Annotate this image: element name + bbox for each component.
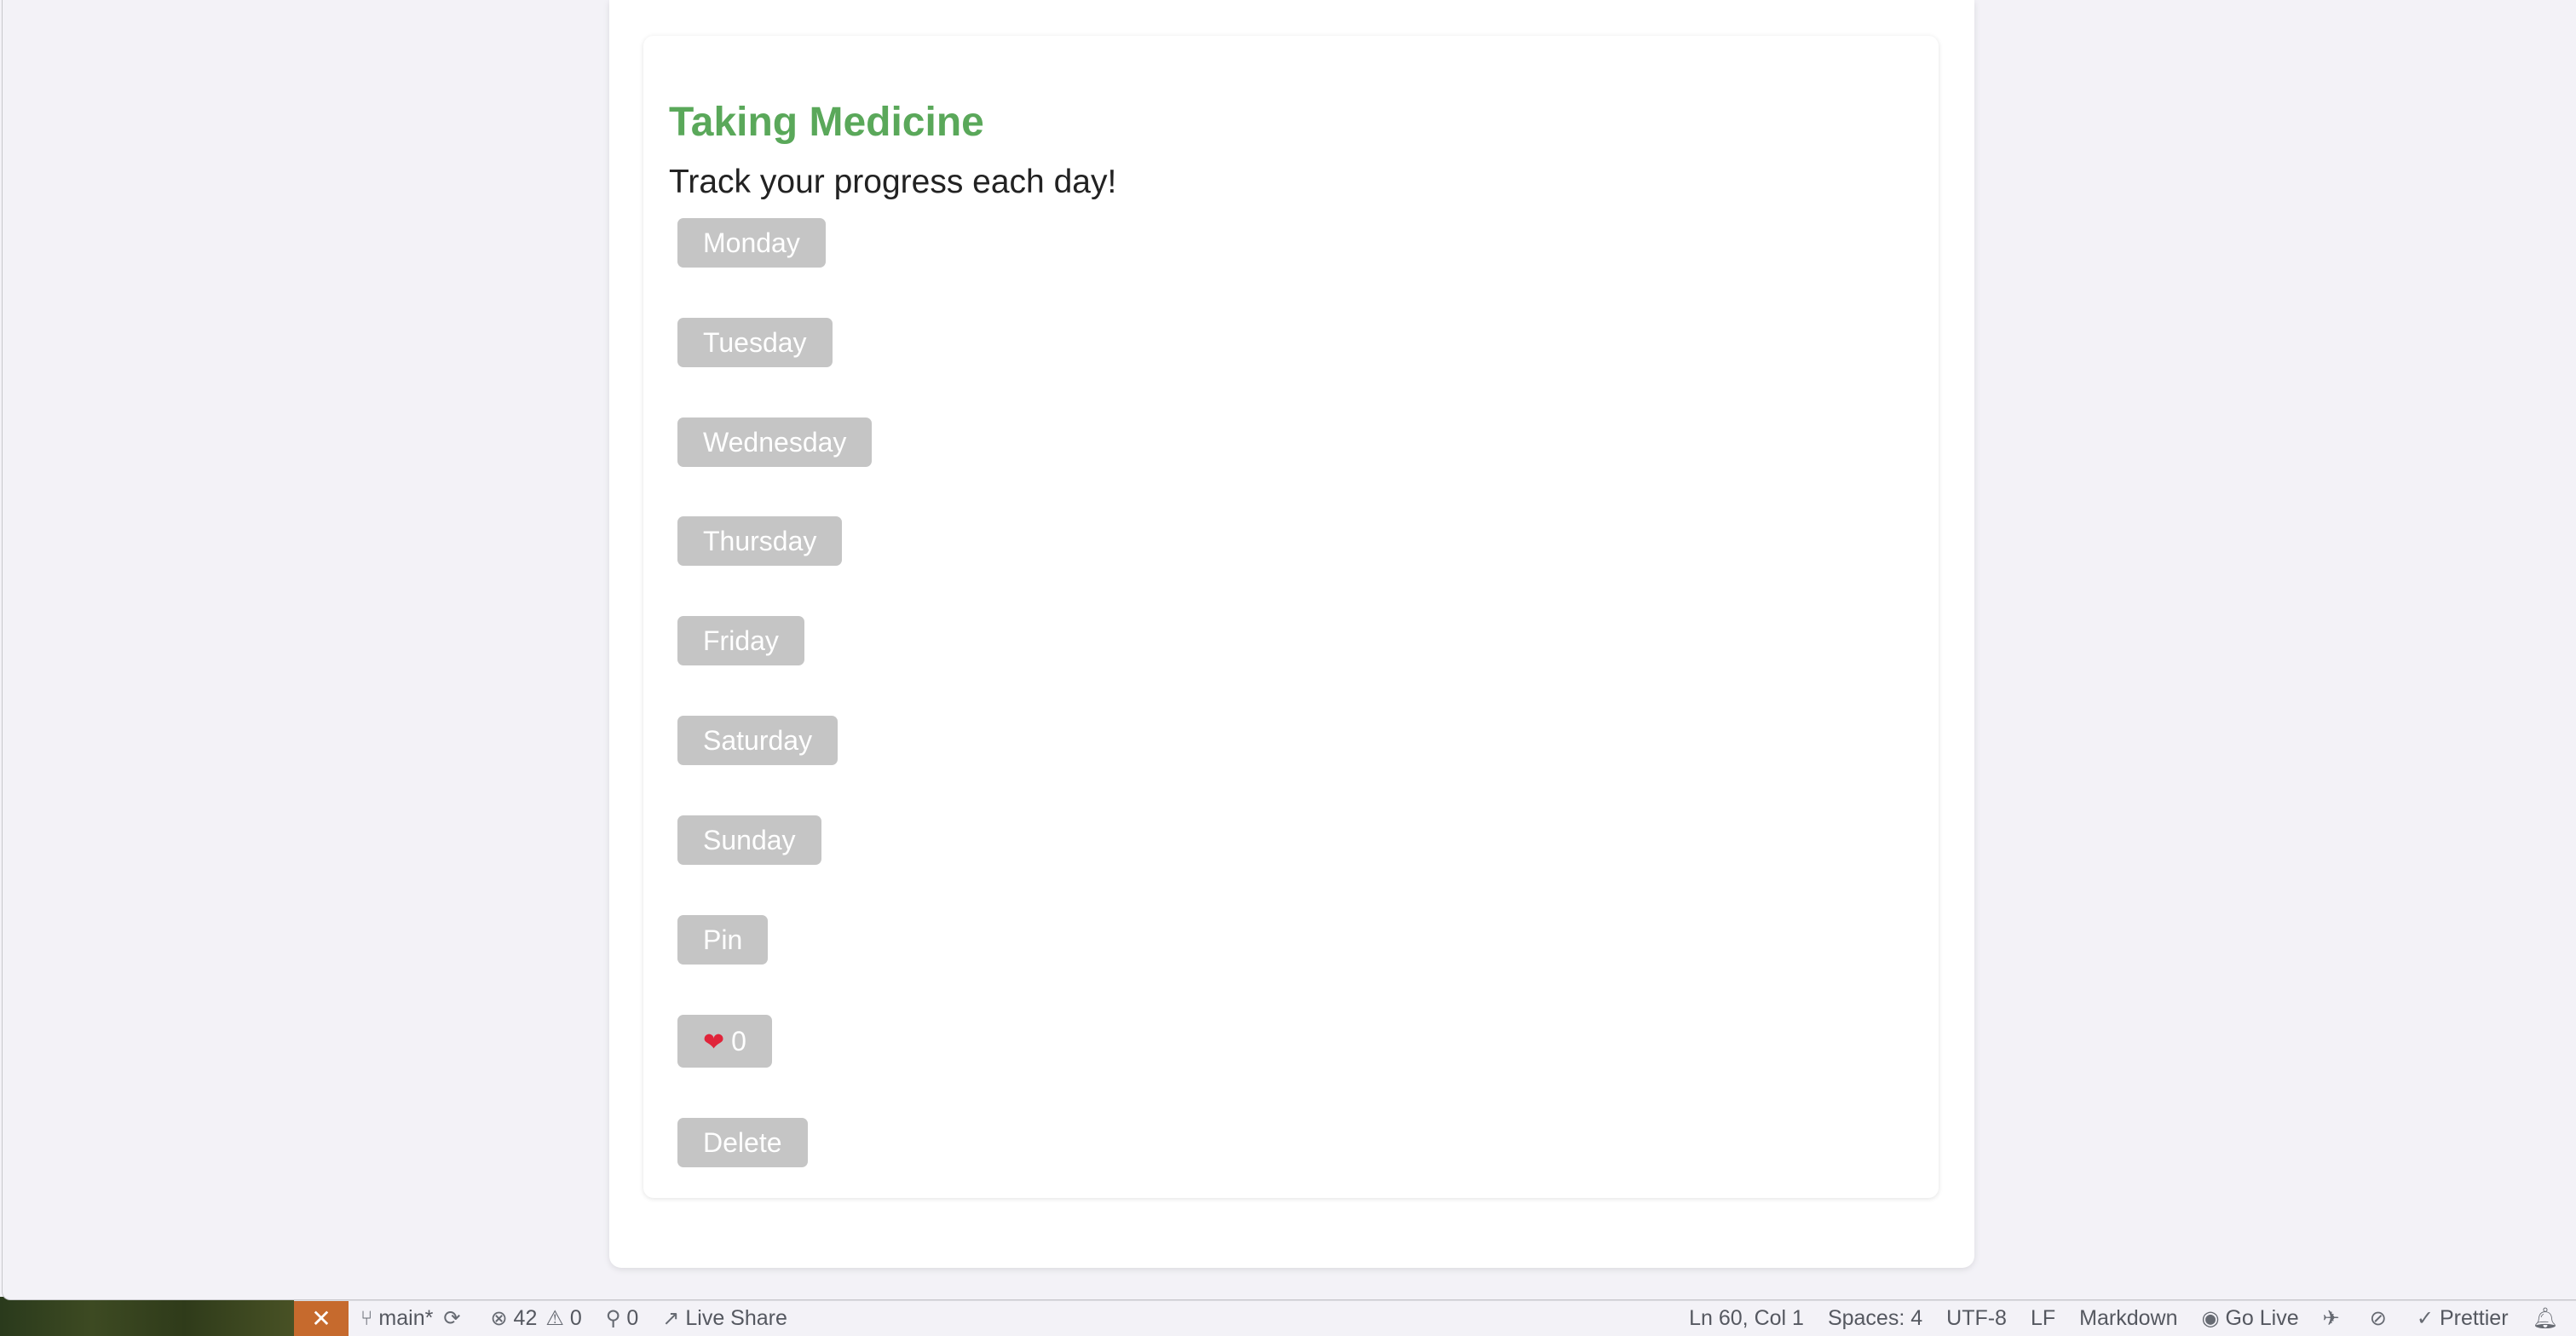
like-button[interactable]: ❤ 0 bbox=[677, 1015, 772, 1068]
browser-window: Taking Medicine Track your progress each… bbox=[2, 0, 2576, 1300]
like-count: 0 bbox=[731, 1026, 746, 1057]
bell-icon: 🔔︎ bbox=[2532, 1307, 2558, 1330]
warning-count: 0 bbox=[569, 1306, 582, 1330]
cursor-position[interactable]: Ln 60, Col 1 bbox=[1677, 1301, 1816, 1336]
remote-icon: ✕ bbox=[311, 1305, 331, 1332]
go-live-button[interactable]: ◉ Go Live bbox=[2189, 1301, 2310, 1336]
git-branch-icon: ⑂ bbox=[360, 1306, 373, 1330]
broadcast-icon: ◉ bbox=[2201, 1307, 2220, 1330]
card-title: Taking Medicine bbox=[669, 100, 984, 145]
copilot-icon: ✈ bbox=[2322, 1307, 2340, 1330]
encoding[interactable]: UTF-8 bbox=[1934, 1301, 2019, 1336]
branch-name: main* bbox=[378, 1306, 434, 1330]
prettier-button[interactable]: ✓ Prettier bbox=[2405, 1301, 2521, 1336]
day-button-thursday[interactable]: Thursday bbox=[677, 516, 843, 566]
delete-button[interactable]: Delete bbox=[677, 1118, 808, 1167]
desktop-background bbox=[0, 1297, 307, 1336]
indentation[interactable]: Spaces: 4 bbox=[1816, 1301, 1934, 1336]
eye-off-icon: ⊘ bbox=[2369, 1307, 2387, 1330]
error-count: 42 bbox=[513, 1306, 538, 1330]
page-container: Taking Medicine Track your progress each… bbox=[609, 0, 1974, 1268]
day-button-sunday[interactable]: Sunday bbox=[677, 815, 821, 865]
error-icon: ⊗ bbox=[490, 1307, 508, 1330]
day-button-wednesday[interactable]: Wednesday bbox=[677, 418, 873, 467]
check-icon: ✓ bbox=[2416, 1307, 2434, 1330]
card-subtitle: Track your progress each day! bbox=[669, 164, 1117, 200]
pin-button[interactable]: Pin bbox=[677, 915, 769, 965]
warning-icon: ⚠ bbox=[545, 1307, 564, 1330]
end-of-line[interactable]: LF bbox=[2019, 1301, 2067, 1336]
ports-count: 0 bbox=[626, 1306, 639, 1330]
day-button-saturday[interactable]: Saturday bbox=[677, 716, 838, 765]
problems-indicator[interactable]: ⊗ 42 ⚠ 0 bbox=[478, 1301, 593, 1336]
tracking-button[interactable]: ⊘ bbox=[2358, 1301, 2405, 1336]
status-bar: ✕ ⑂ main* ⟳ ⊗ 42 ⚠ 0 ⚲ 0 ↗ Live Share Ln… bbox=[294, 1300, 2576, 1336]
day-button-friday[interactable]: Friday bbox=[677, 616, 804, 665]
go-live-label: Go Live bbox=[2225, 1306, 2299, 1330]
notifications-button[interactable]: 🔔︎ bbox=[2521, 1301, 2576, 1336]
live-share-label: Live Share bbox=[685, 1306, 787, 1330]
ports-indicator[interactable]: ⚲ 0 bbox=[594, 1301, 650, 1336]
language-mode[interactable]: Markdown bbox=[2067, 1301, 2189, 1336]
day-button-monday[interactable]: Monday bbox=[677, 218, 826, 268]
sync-icon: ⟳ bbox=[443, 1307, 461, 1330]
day-button-tuesday[interactable]: Tuesday bbox=[677, 318, 833, 367]
broadcast-icon: ⚲ bbox=[605, 1307, 621, 1330]
live-share-button[interactable]: ↗ Live Share bbox=[650, 1301, 799, 1336]
habit-card: Taking Medicine Track your progress each… bbox=[643, 36, 1939, 1198]
live-share-icon: ↗ bbox=[662, 1307, 680, 1330]
prettier-label: Prettier bbox=[2439, 1306, 2509, 1330]
copilot-button[interactable]: ✈ bbox=[2311, 1301, 2358, 1336]
remote-indicator[interactable]: ✕ bbox=[294, 1300, 349, 1336]
heart-icon: ❤ bbox=[703, 1028, 725, 1057]
branch-indicator[interactable]: ⑂ main* ⟳ bbox=[349, 1301, 478, 1336]
